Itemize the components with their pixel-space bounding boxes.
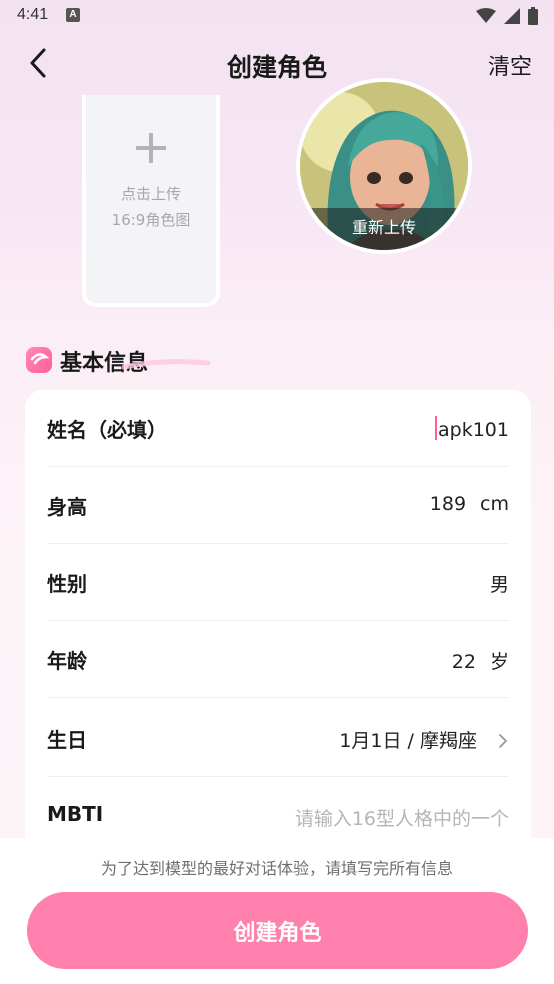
status-time: 4:41 (17, 6, 49, 23)
gender-label: 性别 (47, 572, 87, 596)
reupload-label[interactable]: 重新上传 (300, 214, 468, 238)
name-input[interactable]: apk101 (435, 416, 509, 441)
form-hint: 为了达到模型的最好对话体验，请填写完所有信息 (100, 859, 453, 878)
height-row[interactable]: 身高 189 cm (47, 467, 509, 544)
age-value: 22 (451, 651, 476, 673)
clear-button[interactable]: 清空 (488, 49, 532, 81)
signal-icon (504, 8, 520, 24)
status-bar: 4:41 A (0, 0, 554, 32)
upload-image-card[interactable]: 点击上传 16:9角色图 (82, 95, 220, 307)
mbti-label: MBTI (47, 802, 104, 826)
birthday-selector[interactable]: 1月1日 / 摩羯座 (339, 726, 509, 753)
section-icon (26, 347, 52, 373)
wifi-icon (476, 8, 496, 23)
bottom-bar: 为了达到模型的最好对话体验，请填写完所有信息 创建角色 (0, 838, 554, 984)
gender-value[interactable]: 男 (490, 570, 509, 597)
birthday-label: 生日 (47, 728, 87, 752)
birthday-row[interactable]: 生日 1月1日 / 摩羯座 (47, 700, 509, 777)
create-character-label: 创建角色 (233, 921, 322, 946)
page-title: 创建角色 (226, 53, 327, 82)
name-value: apk101 (438, 419, 509, 441)
mbti-input[interactable]: 请输入16型人格中的一个 (295, 804, 509, 831)
chevron-right-icon (499, 734, 507, 748)
height-label: 身高 (47, 495, 87, 519)
upload-hint: 点击上传 16:9角色图 (86, 181, 216, 233)
upload-hint-line2: 16:9角色图 (111, 211, 191, 229)
upload-hint-line1: 点击上传 (120, 185, 181, 203)
birthday-value: 1月1日 / 摩羯座 (339, 730, 477, 752)
height-input[interactable]: 189 cm (430, 493, 509, 515)
age-input[interactable]: 22 岁 (452, 647, 509, 674)
age-unit: 岁 (489, 651, 509, 673)
age-row[interactable]: 年龄 22 岁 (47, 621, 509, 698)
create-character-button[interactable]: 创建角色 (27, 892, 528, 969)
height-value: 189 (429, 493, 467, 515)
battery-icon (528, 7, 538, 25)
notification-icon: A (66, 8, 80, 22)
age-label: 年龄 (47, 649, 87, 673)
avatar[interactable]: 重新上传 (296, 78, 472, 254)
basic-info-form: 姓名（必填） apk101 身高 189 cm 性别 男 年龄 22 岁 生日 1月… (25, 390, 531, 860)
section-swash-decoration (122, 359, 211, 370)
name-label: 姓名（必填） (47, 418, 167, 442)
name-row[interactable]: 姓名（必填） apk101 (47, 390, 509, 467)
height-unit: cm (480, 493, 509, 515)
status-icons (476, 7, 538, 25)
plus-icon (136, 133, 166, 163)
header: 创建角色 清空 (0, 36, 554, 92)
gender-row[interactable]: 性别 男 (47, 544, 509, 621)
text-cursor (435, 416, 438, 440)
section-badge-icon (30, 353, 50, 365)
